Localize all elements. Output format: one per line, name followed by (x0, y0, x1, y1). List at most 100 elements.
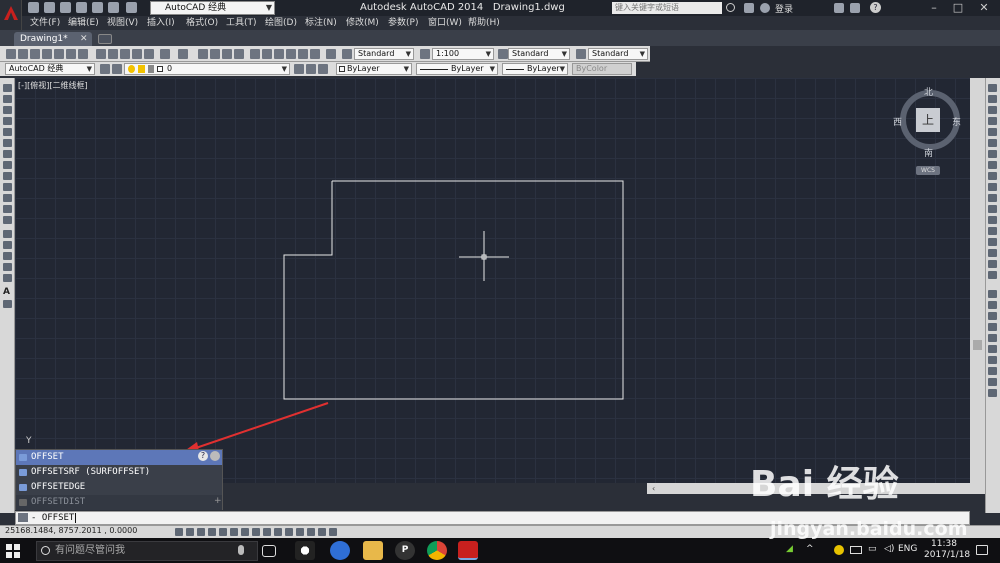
chrome-browser-icon[interactable] (427, 541, 447, 560)
menu-parametric[interactable]: 参数(P) (388, 16, 418, 30)
plotstyle-select[interactable]: ByColor (572, 63, 632, 75)
make-block-icon[interactable] (3, 216, 12, 224)
vertical-scroll-thumb[interactable] (973, 340, 982, 350)
break-at-point-icon[interactable] (988, 205, 997, 213)
multileader-style-icon[interactable] (576, 49, 586, 59)
table-style-select[interactable]: Standard ▼ (588, 48, 648, 60)
polar-tracking-icon[interactable] (219, 528, 227, 536)
menu-dimension[interactable]: 标注(N) (305, 16, 337, 30)
battery-icon[interactable] (850, 546, 862, 554)
input-language[interactable]: ENG (898, 544, 917, 554)
subscription-icon[interactable] (744, 3, 754, 13)
coordinate-display[interactable]: 25168.1484, 8757.2011 , 0.0000 (5, 526, 137, 535)
selection-cycling-icon[interactable] (318, 528, 326, 536)
layer-select[interactable]: 0 ▼ (124, 63, 290, 75)
tray-app-icon[interactable] (834, 545, 844, 555)
block-editor-icon[interactable] (144, 49, 154, 59)
menu-file[interactable]: 文件(F) (30, 16, 60, 30)
explode-icon[interactable] (988, 271, 997, 279)
help-icon[interactable] (326, 49, 336, 59)
drawing-canvas[interactable] (15, 78, 970, 483)
ellipse-icon[interactable] (3, 183, 12, 191)
snap-nearest-icon[interactable] (988, 389, 997, 397)
sheet-set-icon[interactable] (286, 49, 296, 59)
close-tab-icon[interactable]: ✕ (80, 32, 88, 46)
dim-style-select[interactable]: Standard ▼ (508, 48, 570, 60)
open-file-icon[interactable] (44, 2, 55, 13)
ortho-mode-icon[interactable] (208, 528, 216, 536)
rectangle-icon[interactable] (3, 128, 12, 136)
menu-modify[interactable]: 修改(M) (346, 16, 379, 30)
add-selected-icon[interactable] (3, 300, 12, 308)
new-file-icon[interactable] (28, 2, 39, 13)
copy-object-icon[interactable] (988, 95, 997, 103)
autocomplete-item-offsetedge[interactable]: OFFSETEDGE (16, 480, 222, 495)
open-icon[interactable] (18, 49, 28, 59)
tool-palettes-icon[interactable] (274, 49, 284, 59)
autocomplete-item-offset[interactable]: OFFSET (16, 450, 222, 465)
hatch-icon[interactable] (3, 241, 12, 249)
search-icon[interactable] (726, 3, 735, 12)
command-input[interactable]: - OFFSET (31, 512, 77, 524)
array-icon[interactable] (988, 128, 997, 136)
vertical-scrollbar[interactable] (970, 78, 985, 483)
menu-view[interactable]: 视图(V) (107, 16, 138, 30)
pinwheel-app-icon[interactable] (295, 541, 315, 560)
expand-icon[interactable]: + (214, 496, 222, 506)
rotate-icon[interactable] (988, 150, 997, 158)
redo-icon[interactable] (126, 2, 137, 13)
polyline-icon[interactable] (3, 106, 12, 114)
undo-icon[interactable] (108, 2, 119, 13)
region-icon[interactable] (3, 263, 12, 271)
menu-tools[interactable]: 工具(T) (226, 16, 257, 30)
command-customize-icon[interactable] (18, 513, 28, 522)
move-icon[interactable] (988, 139, 997, 147)
annotation-monitor-icon[interactable] (329, 528, 337, 536)
menu-insert[interactable]: 插入(I) (147, 16, 175, 30)
paste-icon[interactable] (120, 49, 130, 59)
a360-icon[interactable] (850, 3, 860, 13)
workspace-settings-icon[interactable] (100, 64, 110, 74)
network-icon[interactable]: ▭ (868, 544, 877, 554)
trim-icon[interactable] (988, 183, 997, 191)
table-icon[interactable] (3, 274, 12, 282)
line-icon[interactable] (3, 84, 12, 92)
task-view-icon[interactable] (262, 545, 276, 557)
workspace-switcher[interactable]: AutoCAD 经典 ▼ (150, 1, 275, 15)
point-icon[interactable] (3, 230, 12, 238)
new-tab-button[interactable] (98, 34, 112, 44)
menu-draw[interactable]: 绘图(D) (265, 16, 297, 30)
plot-icon[interactable] (42, 49, 52, 59)
quickcalc-icon[interactable] (310, 49, 320, 59)
text-style-icon[interactable] (342, 49, 352, 59)
autocomplete-item-offsetsrf[interactable]: OFFSETSRF (SURFOFFSET) (16, 465, 222, 480)
compass-south[interactable]: 南 (924, 146, 933, 159)
quick-properties-icon[interactable] (307, 528, 315, 536)
offset-icon[interactable] (988, 117, 997, 125)
stretch-icon[interactable] (988, 172, 997, 180)
lineweight-status-icon[interactable] (285, 528, 293, 536)
help-search-input[interactable]: 键入关键字或短语 (612, 2, 722, 14)
zoom-realtime-icon[interactable] (210, 49, 220, 59)
compass-north[interactable]: 北 (924, 85, 933, 98)
taskbar-search-input[interactable]: 有问题尽管问我 (36, 541, 258, 561)
spline-icon[interactable] (3, 172, 12, 180)
ie-browser-icon[interactable] (330, 541, 350, 560)
snap-midpoint-icon[interactable] (988, 312, 997, 320)
arc-icon[interactable] (3, 139, 12, 147)
user-icon[interactable] (760, 3, 770, 13)
erase-icon[interactable] (988, 84, 997, 92)
volume-icon[interactable]: ◁) (884, 544, 894, 554)
print-icon[interactable] (92, 2, 103, 13)
app-menu-button[interactable] (0, 0, 22, 32)
copy-icon[interactable] (108, 49, 118, 59)
compass-east[interactable]: 东 (952, 115, 961, 128)
minimize-button[interactable]: – (922, 0, 946, 16)
snap-mode-icon[interactable] (186, 528, 194, 536)
snap-perpendicular-icon[interactable] (988, 367, 997, 375)
polygon-icon[interactable] (3, 117, 12, 125)
autocad-taskbar-icon[interactable] (458, 541, 478, 560)
object-snap-icon[interactable] (988, 290, 997, 298)
match-properties-icon[interactable] (132, 49, 142, 59)
fillet-icon[interactable] (988, 249, 997, 257)
